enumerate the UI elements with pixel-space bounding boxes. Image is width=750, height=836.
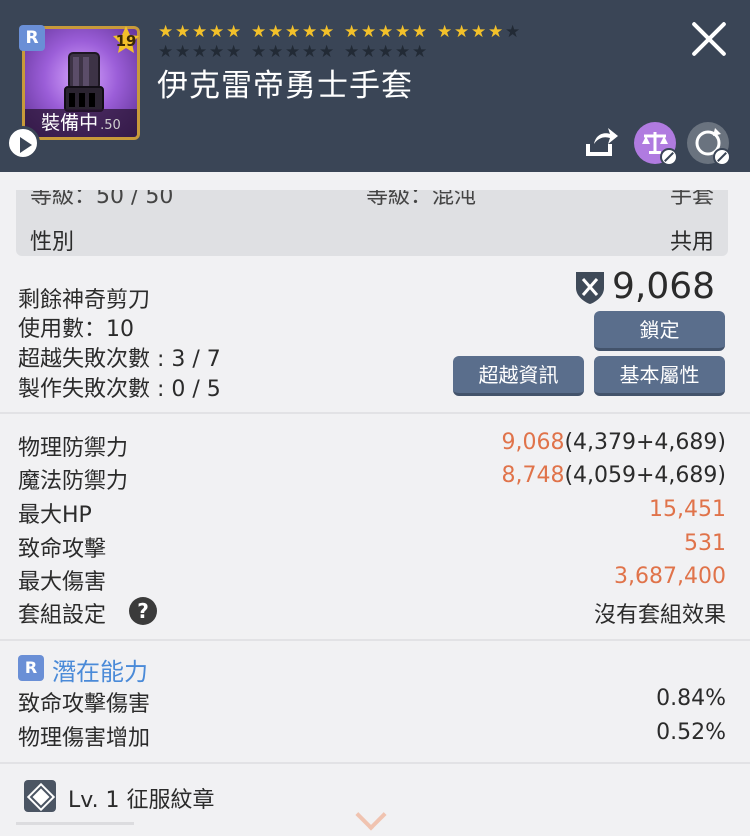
stat-label: 物理防禦力 xyxy=(18,436,129,461)
potential-rank-badge: R xyxy=(18,655,44,681)
star-force-rating: ★ ★ ★ ★ ★ ★ ★ ★ ★ ★ ★ ★ ★ ★ ★ ★ ★ ★ ★ ★ ★ ★ ★ ★ ★ ★ ★ ★ ★ ★ ★ ★ ★ ★ ★ xyxy=(158,22,568,62)
balance-icon[interactable] xyxy=(634,122,678,166)
star-row-2: ★ ★ ★ ★ ★ ★ ★ ★ ★ ★ ★ ★ ★ ★ ★ xyxy=(158,42,427,62)
rank-badge: R xyxy=(19,25,45,51)
stat-label: 致命攻擊 xyxy=(18,537,107,562)
stat-label: 最大傷害 xyxy=(18,570,107,595)
set-label: 套組設定 xyxy=(18,603,107,628)
craft-fail-count: 製作失敗次數 : 0 / 5 xyxy=(18,377,221,402)
base-attribute-button[interactable]: 基本屬性 xyxy=(594,356,725,396)
potential-value: 0.84% xyxy=(656,686,726,711)
chevron-down-icon[interactable] xyxy=(355,799,387,831)
emblem-icon xyxy=(24,780,56,812)
potential-title: 潛在能力 xyxy=(52,658,148,686)
level-badge: 19 xyxy=(113,26,139,54)
emblem-label: Lv. 1 征服紋章 xyxy=(68,788,215,813)
gender-label: 性別 xyxy=(30,230,75,255)
lock-button[interactable]: 鎖定 xyxy=(594,311,725,351)
scroll-indicator xyxy=(16,822,134,825)
gender-value: 共用 xyxy=(669,230,714,255)
potential-label: 物理傷害增加 xyxy=(18,726,151,751)
equipped-label: 裝備中 .50 xyxy=(25,109,137,137)
stat-value: 3,687,400 xyxy=(614,564,726,589)
remaining-scissors-label: 剩餘神奇剪刀 xyxy=(18,288,151,313)
disabled-icon xyxy=(660,148,678,166)
divider xyxy=(0,762,750,764)
item-header: 裝備中 .50 R 19 ★ ★ ★ ★ ★ ★ ★ ★ ★ ★ ★ ★ ★ ★ ★ ★ ★ ★ ★ ★ ★ ★ ★ ★ ★ ★ ★… xyxy=(0,0,750,172)
star-row-1: ★ ★ ★ ★ ★ ★ ★ ★ ★ ★ ★ ★ ★ ★ ★ ★ ★ ★ ★ ★ xyxy=(158,22,520,42)
combat-power-value: 9,068 xyxy=(612,266,716,307)
stat-value: 531 xyxy=(684,531,726,556)
play-button[interactable] xyxy=(6,126,40,160)
reset-icon[interactable] xyxy=(687,122,731,166)
set-value: 沒有套組效果 xyxy=(593,603,726,628)
transcend-fail-count: 超越失敗次數 : 3 / 7 xyxy=(18,347,221,372)
basic-info-box: 等級：50 / 50 等級：混沌 手套 性別 共用 xyxy=(16,190,728,256)
glove-icon xyxy=(64,52,104,112)
stat-value: 9,068(4,379+4,689) xyxy=(501,430,726,455)
transcend-info-button[interactable]: 超越資訊 xyxy=(453,356,584,396)
share-icon[interactable] xyxy=(580,122,622,164)
stat-value: 15,451 xyxy=(649,497,726,522)
item-name: 伊克雷帝勇士手套 xyxy=(157,68,413,104)
divider xyxy=(0,639,750,641)
uses-count: 使用數：10 xyxy=(18,317,134,342)
potential-label: 致命攻擊傷害 xyxy=(18,692,151,717)
scissors-icon xyxy=(576,272,604,304)
stat-label: 最大HP xyxy=(18,503,92,528)
close-icon[interactable] xyxy=(688,18,730,60)
item-level: 等級：50 / 50 xyxy=(30,190,174,209)
potential-value: 0.52% xyxy=(656,720,726,745)
item-grade: 等級：混沌 xyxy=(366,190,477,209)
stat-value: 8,748(4,059+4,689) xyxy=(501,463,726,488)
divider xyxy=(0,412,750,414)
item-type: 手套 xyxy=(669,190,714,209)
help-icon[interactable]: ? xyxy=(129,597,157,625)
stat-label: 魔法防禦力 xyxy=(18,469,129,494)
disabled-icon xyxy=(713,148,731,166)
